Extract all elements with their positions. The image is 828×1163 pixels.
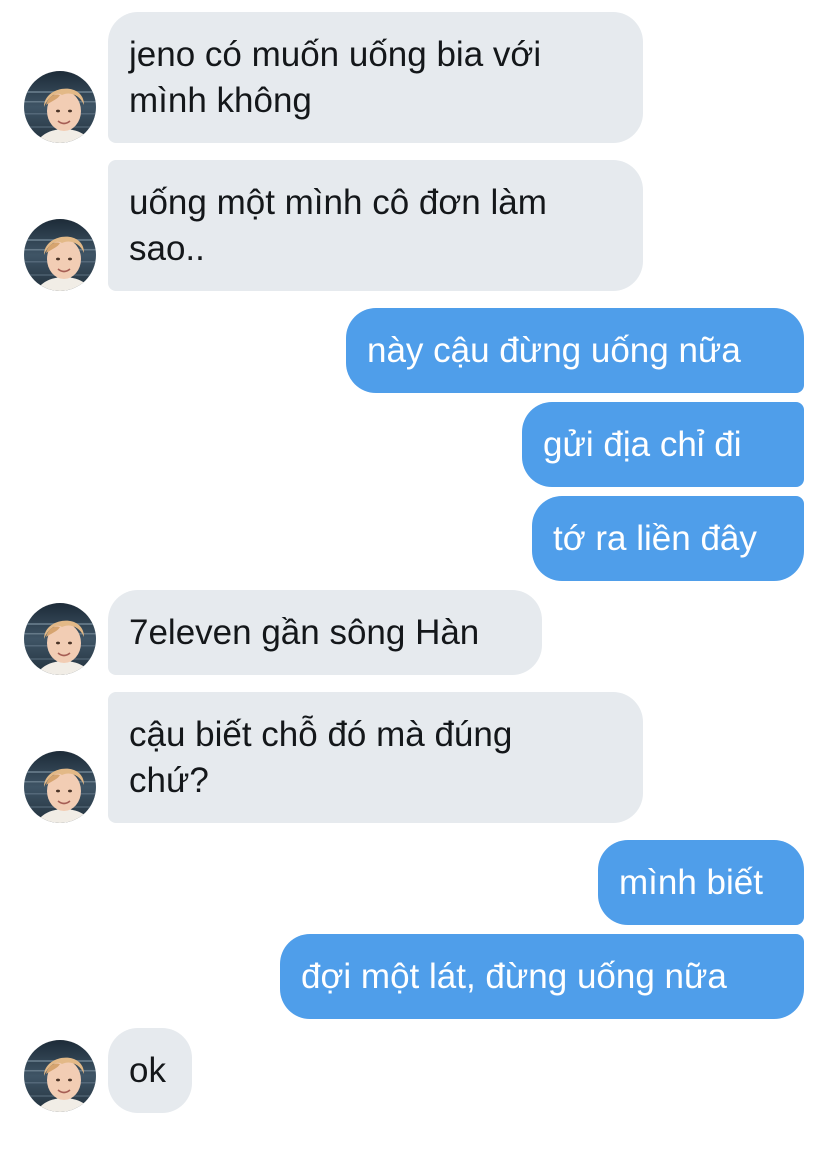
avatar[interactable] [24, 603, 96, 675]
incoming-message: jeno có muốn uống bia với mình không [108, 12, 643, 143]
incoming-message: cậu biết chỗ đó mà đúng chứ? [108, 692, 643, 823]
avatar[interactable] [24, 71, 96, 143]
incoming-message: uống một mình cô đơn làm sao.. [108, 160, 643, 291]
avatar-photo-icon [24, 219, 96, 291]
avatar[interactable] [24, 219, 96, 291]
avatar[interactable] [24, 1040, 96, 1112]
outgoing-message: mình biết [598, 840, 804, 925]
chat-thread: jeno có muốn uống bia với mình không uốn… [0, 0, 828, 1163]
outgoing-message: đợi một lát, đừng uống nữa [280, 934, 804, 1019]
avatar-photo-icon [24, 1040, 96, 1112]
incoming-message: ok [108, 1028, 192, 1113]
avatar-photo-icon [24, 603, 96, 675]
avatar-photo-icon [24, 71, 96, 143]
avatar-photo-icon [24, 751, 96, 823]
outgoing-message: tớ ra liền đây [532, 496, 804, 581]
outgoing-message: gửi địa chỉ đi [522, 402, 804, 487]
avatar[interactable] [24, 751, 96, 823]
incoming-message: 7eleven gần sông Hàn [108, 590, 542, 675]
outgoing-message: này cậu đừng uống nữa [346, 308, 804, 393]
